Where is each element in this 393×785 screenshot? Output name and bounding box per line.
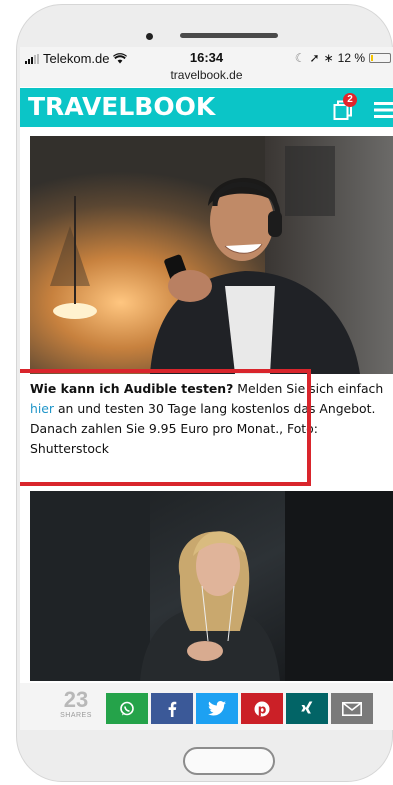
site-logo[interactable]: TRAVELBOOK [28,92,215,121]
twitter-share-button[interactable] [196,693,238,724]
twitter-icon [208,701,226,716]
pinterest-share-button[interactable]: p [241,693,283,724]
man-with-headphones-photo[interactable] [30,136,393,374]
earpiece-speaker [180,33,278,38]
system-indicators: ☾ ➚ ∗ 12 % [295,51,391,65]
share-count-label: SHARES [60,712,92,719]
notification-badge: 2 [343,93,357,107]
xing-icon [301,701,313,713]
front-camera [146,33,153,40]
pinterest-icon: p [254,701,270,716]
status-bar: Telekom.de 16:34 travelbook.de ☾ ➚ ∗ 12 … [20,47,393,87]
share-count: 23 [63,687,89,712]
facebook-share-button[interactable] [151,693,193,724]
battery-icon [369,53,391,63]
share-counter: 23 SHARES [56,687,96,720]
location-icon: ➚ [309,51,320,65]
whatsapp-share-button[interactable] [106,693,148,724]
woman-with-earphones-photo[interactable] [30,491,393,681]
facebook-icon [168,701,177,717]
moon-icon: ☾ [294,51,306,65]
share-bar: 23 SHARES p [20,683,393,730]
xing-share-button[interactable] [286,693,328,724]
svg-text:p: p [258,702,267,716]
hamburger-menu-icon[interactable] [374,101,393,119]
email-share-button[interactable] [331,693,373,724]
site-header: TRAVELBOOK 2 [20,88,393,127]
whatsapp-icon [120,701,134,715]
bluetooth-icon: ∗ [323,51,334,65]
envelope-icon [342,701,362,716]
home-button[interactable] [183,747,275,775]
address-bar[interactable]: travelbook.de [20,68,393,82]
battery-percent: 12 % [337,51,365,65]
browser-screen: Telekom.de 16:34 travelbook.de ☾ ➚ ∗ 12 … [20,47,393,730]
highlight-box [20,369,311,486]
